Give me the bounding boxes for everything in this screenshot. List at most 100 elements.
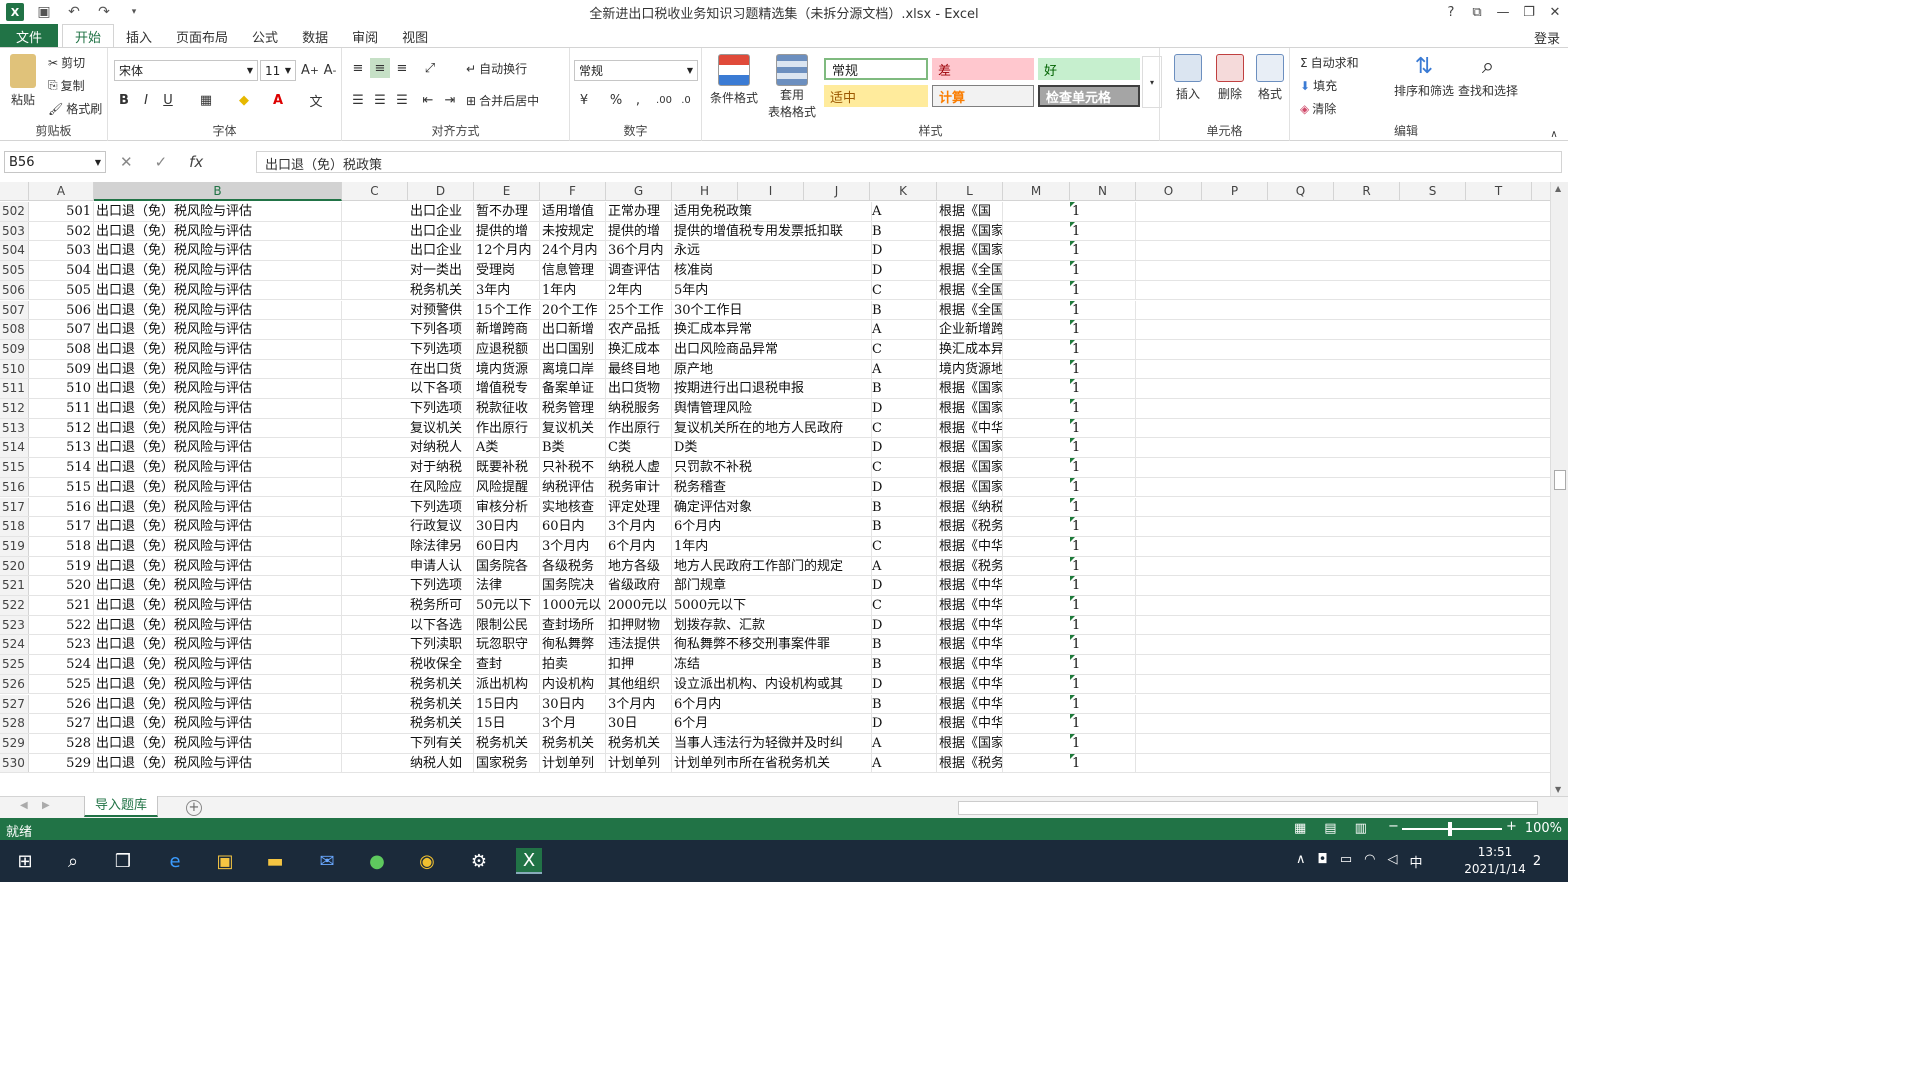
undo-icon[interactable]: ↶ bbox=[64, 2, 84, 22]
cell-h[interactable]: 确定评估对象 bbox=[672, 497, 872, 517]
cell-n[interactable]: 1 bbox=[1070, 339, 1136, 359]
cell-g[interactable]: 作出原行 bbox=[606, 418, 672, 438]
save-icon[interactable]: ▣ bbox=[34, 2, 54, 22]
insert-function-icon[interactable]: fx bbox=[189, 153, 203, 171]
cell-b[interactable]: 出口退（免）税风险与评估 bbox=[94, 576, 342, 595]
cell-n[interactable]: 1 bbox=[1070, 596, 1136, 615]
style-neutral[interactable]: 适中 bbox=[824, 85, 928, 107]
row-header[interactable]: 523 bbox=[0, 615, 29, 635]
page-layout-view-icon[interactable]: ▤ bbox=[1324, 821, 1336, 836]
column-header-p[interactable]: P bbox=[1202, 182, 1268, 201]
cell-a[interactable]: 524 bbox=[29, 655, 94, 674]
cell-b[interactable]: 出口退（免）税风险与评估 bbox=[94, 418, 342, 438]
align-left-icon[interactable]: ☰ bbox=[348, 90, 368, 110]
cell-n[interactable]: 1 bbox=[1070, 359, 1136, 379]
column-header-i[interactable]: I bbox=[738, 182, 804, 201]
column-header-e[interactable]: E bbox=[474, 182, 540, 201]
cell-d[interactable]: 下列选项 bbox=[408, 399, 474, 418]
cell-l[interactable]: 根据《中华人民共和 bbox=[937, 576, 1003, 595]
cell-f[interactable]: B类 bbox=[540, 438, 606, 458]
cell-b[interactable]: 出口退（免）税风险与评估 bbox=[94, 300, 342, 320]
cell-k[interactable]: D bbox=[870, 714, 937, 733]
settings-gear-icon[interactable]: ⚙ bbox=[466, 848, 492, 874]
cell-n[interactable]: 1 bbox=[1070, 497, 1136, 517]
cell-k[interactable]: A bbox=[870, 359, 937, 379]
column-header-r[interactable]: R bbox=[1334, 182, 1400, 201]
cell-l[interactable]: 根据《中华人民共和 bbox=[937, 674, 1003, 694]
cell-n[interactable]: 1 bbox=[1070, 202, 1136, 221]
cell-n[interactable]: 1 bbox=[1070, 556, 1136, 576]
underline-button[interactable]: U bbox=[158, 90, 178, 110]
cell-e[interactable]: 新增跨商 bbox=[474, 320, 540, 339]
column-header-h[interactable]: H bbox=[672, 182, 738, 201]
cell-b[interactable]: 出口退（免）税风险与评估 bbox=[94, 261, 342, 280]
align-middle-icon[interactable]: ≡ bbox=[370, 58, 390, 78]
add-sheet-icon[interactable]: + bbox=[186, 800, 202, 816]
cell-f[interactable]: 税务机关 bbox=[540, 733, 606, 753]
merge-center-button[interactable]: ⊞ 合并后居中 bbox=[466, 92, 539, 109]
cell-e[interactable]: 查封 bbox=[474, 655, 540, 674]
row-header[interactable]: 512 bbox=[0, 399, 29, 418]
row-header[interactable]: 511 bbox=[0, 379, 29, 398]
chrome-icon[interactable]: ◉ bbox=[414, 848, 440, 874]
fill-color-icon[interactable]: ◆ bbox=[234, 90, 254, 110]
cell-h[interactable]: 1年内 bbox=[672, 536, 872, 556]
row-header[interactable]: 513 bbox=[0, 418, 29, 438]
tab-data[interactable]: 数据 bbox=[290, 24, 340, 48]
cell-l[interactable]: 根据《国家税务总局 bbox=[937, 477, 1003, 497]
row-header[interactable]: 519 bbox=[0, 536, 29, 556]
cell-k[interactable]: C bbox=[870, 458, 937, 477]
cell-g[interactable]: 2年内 bbox=[606, 280, 672, 300]
row-header[interactable]: 508 bbox=[0, 320, 29, 339]
cell-b[interactable]: 出口退（免）税风险与评估 bbox=[94, 714, 342, 733]
cell-b[interactable]: 出口退（免）税风险与评估 bbox=[94, 221, 342, 241]
cell-e[interactable]: 境内货源 bbox=[474, 359, 540, 379]
cell-k[interactable]: A bbox=[870, 733, 937, 753]
cell-f[interactable]: 复议机关 bbox=[540, 418, 606, 438]
cell-l[interactable]: 根据《国家税务总局 bbox=[937, 379, 1003, 398]
decrease-decimal-icon[interactable]: .0 bbox=[676, 90, 696, 110]
windows-start-icon[interactable]: ⊞ bbox=[12, 848, 38, 874]
cell-f[interactable]: 3个月内 bbox=[540, 536, 606, 556]
cell-n[interactable]: 1 bbox=[1070, 320, 1136, 339]
cell-f[interactable]: 各级税务 bbox=[540, 556, 606, 576]
cell-l[interactable]: 根据《中华人民共和 bbox=[937, 655, 1003, 674]
cell-n[interactable]: 1 bbox=[1070, 458, 1136, 477]
cell-e[interactable]: 3年内 bbox=[474, 280, 540, 300]
collapse-ribbon-icon[interactable]: ∧ bbox=[1544, 124, 1564, 144]
increase-font-icon[interactable]: A + bbox=[300, 60, 320, 80]
search-icon[interactable]: ⌕ bbox=[60, 848, 86, 874]
tab-review[interactable]: 审阅 bbox=[340, 24, 390, 48]
cell-g[interactable]: 提供的增 bbox=[606, 221, 672, 241]
cell-f[interactable]: 1000元以 bbox=[540, 596, 606, 615]
cell-h[interactable]: 计划单列市所在省税务机关 bbox=[672, 753, 872, 773]
row-header[interactable]: 510 bbox=[0, 359, 29, 379]
cell-d[interactable]: 税务机关 bbox=[408, 694, 474, 714]
cell-b[interactable]: 出口退（免）税风险与评估 bbox=[94, 241, 342, 261]
enter-icon[interactable]: ✓ bbox=[155, 153, 168, 171]
cell-d[interactable]: 下列选项 bbox=[408, 576, 474, 595]
cell-a[interactable]: 514 bbox=[29, 458, 94, 477]
cell-b[interactable]: 出口退（免）税风险与评估 bbox=[94, 655, 342, 674]
cell-a[interactable]: 506 bbox=[29, 300, 94, 320]
format-painter-button[interactable]: 🖌 格式刷 bbox=[48, 100, 102, 117]
close-button[interactable]: ✕ bbox=[1542, 0, 1568, 24]
cell-b[interactable]: 出口退（免）税风险与评估 bbox=[94, 733, 342, 753]
cell-a[interactable]: 505 bbox=[29, 280, 94, 300]
cell-k[interactable]: B bbox=[870, 379, 937, 398]
cell-e[interactable]: 30日内 bbox=[474, 517, 540, 536]
style-check-cell[interactable]: 检查单元格 bbox=[1038, 85, 1140, 107]
cell-a[interactable]: 516 bbox=[29, 497, 94, 517]
column-header-a[interactable]: A bbox=[29, 182, 94, 201]
column-header-c[interactable]: C bbox=[342, 182, 408, 201]
cell-a[interactable]: 527 bbox=[29, 714, 94, 733]
cell-b[interactable]: 出口退（免）税风险与评估 bbox=[94, 399, 342, 418]
cell-a[interactable]: 529 bbox=[29, 753, 94, 773]
cell-k[interactable]: A bbox=[870, 753, 937, 773]
cell-l[interactable]: 换汇成本异常是准确 bbox=[937, 339, 1003, 359]
notification-icon[interactable]: 2 bbox=[1524, 848, 1550, 874]
cell-l[interactable]: 根据《中华人民共和 bbox=[937, 418, 1003, 438]
cell-f[interactable]: 1年内 bbox=[540, 280, 606, 300]
tab-page-layout[interactable]: 页面布局 bbox=[164, 24, 240, 48]
cell-e[interactable]: 风险提醒 bbox=[474, 477, 540, 497]
